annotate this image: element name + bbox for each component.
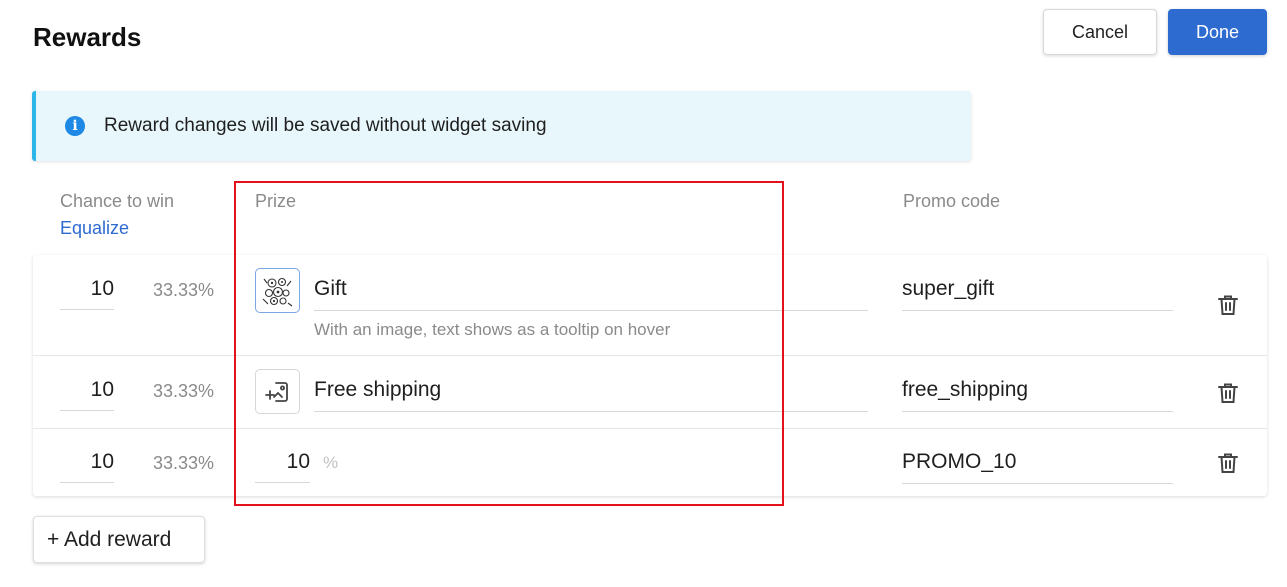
delete-icon[interactable] xyxy=(1216,293,1240,317)
delete-icon[interactable] xyxy=(1216,381,1240,405)
chance-input[interactable]: 10 xyxy=(60,450,114,483)
prize-image-thumbnail[interactable] xyxy=(255,268,300,313)
column-header-chance: Chance to win xyxy=(60,191,175,211)
page-title: Rewards xyxy=(33,22,142,52)
table-row: 10 33.33% Free shipping free_shipping xyxy=(33,356,1267,428)
table-row: 10 33.33% 10 % PROMO_10 xyxy=(33,429,1267,496)
chance-input[interactable]: 10 xyxy=(60,277,114,310)
add-image-icon xyxy=(264,381,288,402)
equalize-link[interactable]: Equalize xyxy=(60,218,129,239)
chance-percent: 33.33% xyxy=(153,453,215,473)
info-icon: i xyxy=(65,116,85,136)
promo-code-input[interactable]: free_shipping xyxy=(902,378,1173,412)
chance-percent: 33.33% xyxy=(153,381,215,401)
add-reward-button[interactable]: + Add reward xyxy=(33,516,205,563)
table-row: 10 33.33% Gift With an image, text shows… xyxy=(33,255,1267,355)
prize-hint: With an image, text shows as a tooltip o… xyxy=(314,320,671,339)
column-header-promo-code: Promo code xyxy=(903,191,1001,211)
prize-text-input[interactable]: Gift xyxy=(314,277,868,311)
rewards-table: 10 33.33% Gift With an image, text shows… xyxy=(33,255,1267,496)
info-banner: i Reward changes will be saved without w… xyxy=(32,91,971,161)
prize-image-upload[interactable] xyxy=(255,369,300,414)
info-banner-text: Reward changes will be saved without wid… xyxy=(104,115,547,136)
done-button[interactable]: Done xyxy=(1168,9,1267,55)
gift-image xyxy=(258,271,297,310)
prize-text-input[interactable]: Free shipping xyxy=(314,378,868,412)
discount-unit: % xyxy=(323,453,339,472)
chance-percent: 33.33% xyxy=(153,280,215,300)
discount-value-input[interactable]: 10 xyxy=(255,450,310,483)
promo-code-input[interactable]: PROMO_10 xyxy=(902,450,1173,484)
cancel-button[interactable]: Cancel xyxy=(1043,9,1157,55)
delete-icon[interactable] xyxy=(1216,451,1240,475)
column-header-prize: Prize xyxy=(255,191,297,211)
promo-code-input[interactable]: super_gift xyxy=(902,277,1173,311)
chance-input[interactable]: 10 xyxy=(60,378,114,411)
